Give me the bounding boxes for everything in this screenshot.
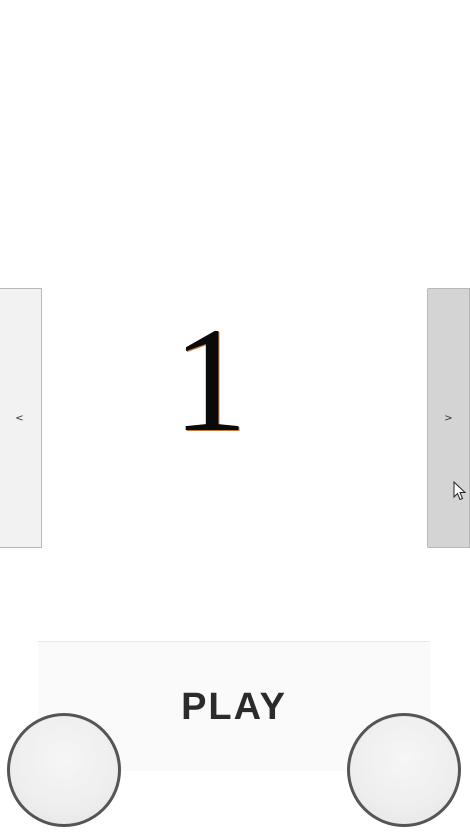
mouse-cursor-icon [453, 481, 467, 501]
previous-arrow-label: < [15, 412, 24, 424]
previous-level-button[interactable]: < [0, 288, 42, 548]
level-number: 1 [172, 297, 248, 463]
left-round-button[interactable] [7, 713, 121, 827]
level-display: 1 [110, 305, 310, 455]
next-level-button[interactable]: > [427, 288, 470, 548]
next-arrow-label: > [444, 412, 453, 424]
game-screen: < 1 > PLAY [0, 0, 470, 832]
right-round-button[interactable] [347, 713, 461, 827]
